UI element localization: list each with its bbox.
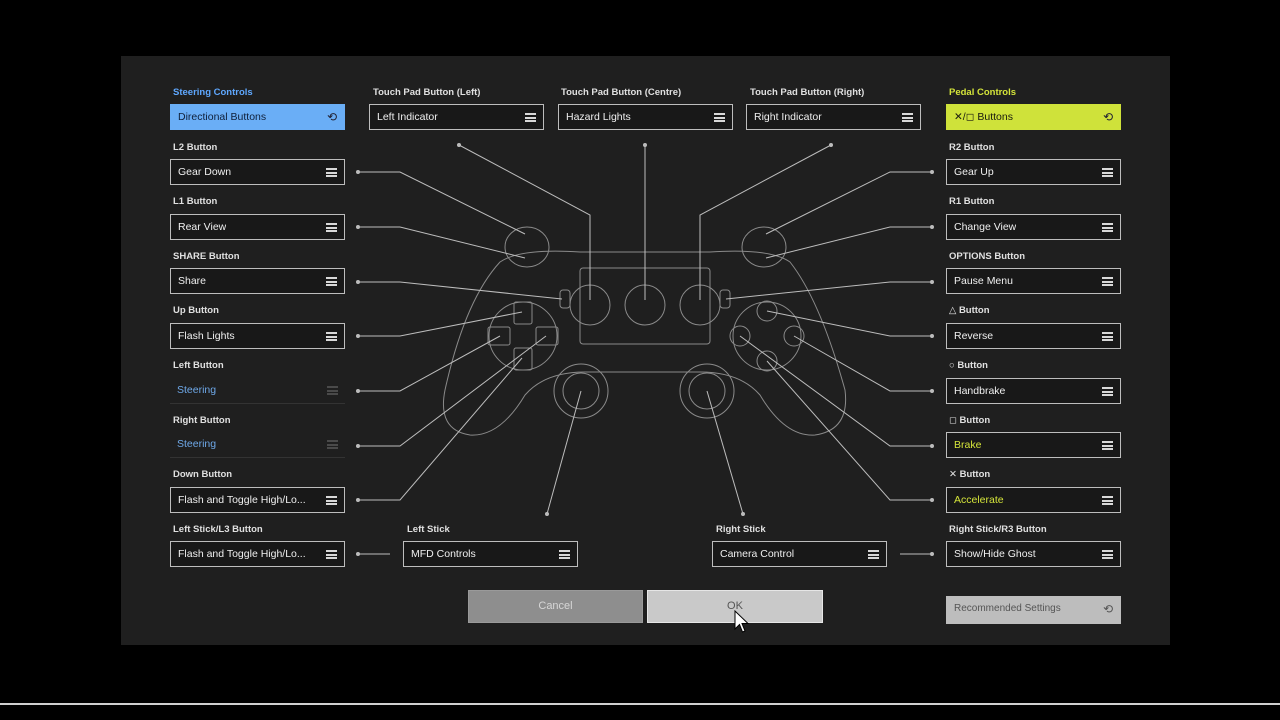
pedal-controls-value: ✕/◻ Buttons bbox=[954, 111, 1013, 123]
pedal-controls-label: Pedal Controls bbox=[949, 87, 1017, 98]
left-stick-select[interactable]: MFD Controls bbox=[403, 541, 578, 567]
touchpad-right-select[interactable]: Right Indicator bbox=[746, 104, 921, 130]
touchpad-right-label: Touch Pad Button (Right) bbox=[750, 87, 865, 98]
down-value: Flash and Toggle High/Lo... bbox=[178, 494, 306, 506]
l3-value: Flash and Toggle High/Lo... bbox=[178, 548, 306, 560]
menu-icon bbox=[326, 223, 337, 232]
menu-icon bbox=[326, 168, 337, 177]
options-label: OPTIONS Button bbox=[949, 251, 1025, 262]
pedal-controls-select[interactable]: ✕/◻ Buttons ⟲ bbox=[946, 104, 1121, 130]
menu-icon bbox=[327, 386, 338, 395]
l2-label: L2 Button bbox=[173, 142, 218, 153]
menu-icon bbox=[525, 113, 536, 122]
touchpad-centre-select[interactable]: Hazard Lights bbox=[558, 104, 733, 130]
down-select[interactable]: Flash and Toggle High/Lo... bbox=[170, 487, 345, 513]
menu-icon bbox=[868, 550, 879, 559]
menu-icon bbox=[1102, 332, 1113, 341]
mouse-cursor-icon bbox=[734, 610, 750, 633]
menu-icon bbox=[714, 113, 725, 122]
left-button-value: Steering bbox=[177, 384, 217, 396]
cross-label: ✕ Button bbox=[949, 469, 991, 480]
menu-icon bbox=[1102, 277, 1113, 286]
r2-select[interactable]: Gear Up bbox=[946, 159, 1121, 185]
share-select[interactable]: Share bbox=[170, 268, 345, 294]
right-button-label: Right Button bbox=[173, 415, 231, 426]
cancel-button[interactable]: Cancel bbox=[468, 590, 643, 623]
menu-icon bbox=[326, 332, 337, 341]
menu-icon bbox=[1102, 441, 1113, 450]
bottom-divider bbox=[0, 703, 1280, 705]
right-stick-select[interactable]: Camera Control bbox=[712, 541, 887, 567]
cross-value: Accelerate bbox=[954, 494, 1004, 506]
r1-label: R1 Button bbox=[949, 196, 995, 207]
triangle-label: △ Button bbox=[949, 305, 990, 316]
circle-label: ○ Button bbox=[949, 360, 988, 371]
right-button-select: Steering bbox=[170, 432, 345, 458]
touchpad-left-value: Left Indicator bbox=[377, 111, 438, 123]
r1-select[interactable]: Change View bbox=[946, 214, 1121, 240]
triangle-value: Reverse bbox=[954, 330, 994, 342]
options-value: Pause Menu bbox=[954, 275, 1013, 287]
touchpad-left-select[interactable]: Left Indicator bbox=[369, 104, 544, 130]
refresh-icon: ⟲ bbox=[1102, 602, 1113, 616]
l3-select[interactable]: Flash and Toggle High/Lo... bbox=[170, 541, 345, 567]
l2-value: Gear Down bbox=[178, 166, 232, 178]
l1-select[interactable]: Rear View bbox=[170, 214, 345, 240]
share-value: Share bbox=[178, 275, 207, 287]
recommended-settings-button[interactable]: Recommended Settings ⟲ bbox=[946, 596, 1121, 624]
menu-icon bbox=[326, 277, 337, 286]
cross-select[interactable]: Accelerate bbox=[946, 487, 1121, 513]
share-label: SHARE Button bbox=[173, 251, 240, 262]
menu-icon bbox=[1102, 496, 1113, 505]
menu-icon bbox=[1102, 223, 1113, 232]
l3-label: Left Stick/L3 Button bbox=[173, 524, 263, 535]
r2-value: Gear Up bbox=[954, 166, 994, 178]
l1-value: Rear View bbox=[178, 221, 227, 233]
r2-label: R2 Button bbox=[949, 142, 995, 153]
touchpad-right-value: Right Indicator bbox=[754, 111, 822, 123]
up-label: Up Button bbox=[173, 305, 219, 316]
circle-value: Handbrake bbox=[954, 385, 1006, 397]
right-button-value: Steering bbox=[177, 438, 217, 450]
square-label: ◻ Button bbox=[949, 415, 991, 426]
menu-icon bbox=[327, 440, 338, 449]
options-select[interactable]: Pause Menu bbox=[946, 268, 1121, 294]
cycle-icon: ⟲ bbox=[1102, 110, 1113, 124]
left-button-select: Steering bbox=[170, 378, 345, 404]
menu-icon bbox=[326, 550, 337, 559]
menu-icon bbox=[902, 113, 913, 122]
left-button-label: Left Button bbox=[173, 360, 224, 371]
square-value: Brake bbox=[954, 439, 982, 451]
right-stick-label: Right Stick bbox=[716, 524, 766, 535]
touchpad-centre-label: Touch Pad Button (Centre) bbox=[561, 87, 682, 98]
l2-select[interactable]: Gear Down bbox=[170, 159, 345, 185]
menu-icon bbox=[559, 550, 570, 559]
r3-value: Show/Hide Ghost bbox=[954, 548, 1036, 560]
r3-label: Right Stick/R3 Button bbox=[949, 524, 1047, 535]
menu-icon bbox=[1102, 387, 1113, 396]
r3-select[interactable]: Show/Hide Ghost bbox=[946, 541, 1121, 567]
left-stick-value: MFD Controls bbox=[411, 548, 476, 560]
down-label: Down Button bbox=[173, 469, 233, 480]
steering-controls-value: Directional Buttons bbox=[178, 111, 267, 123]
steering-controls-select[interactable]: Directional Buttons ⟲ bbox=[170, 104, 345, 130]
square-select[interactable]: Brake bbox=[946, 432, 1121, 458]
cycle-icon: ⟲ bbox=[326, 110, 337, 124]
up-select[interactable]: Flash Lights bbox=[170, 323, 345, 349]
r1-value: Change View bbox=[954, 221, 1017, 233]
touchpad-centre-value: Hazard Lights bbox=[566, 111, 631, 123]
right-stick-value: Camera Control bbox=[720, 548, 795, 560]
circle-select[interactable]: Handbrake bbox=[946, 378, 1121, 404]
steering-controls-label: Steering Controls bbox=[173, 87, 253, 98]
touchpad-left-label: Touch Pad Button (Left) bbox=[373, 87, 481, 98]
menu-icon bbox=[1102, 550, 1113, 559]
menu-icon bbox=[326, 496, 337, 505]
menu-icon bbox=[1102, 168, 1113, 177]
triangle-select[interactable]: Reverse bbox=[946, 323, 1121, 349]
recommended-settings-label: Recommended Settings bbox=[954, 603, 1061, 614]
left-stick-label: Left Stick bbox=[407, 524, 450, 535]
l1-label: L1 Button bbox=[173, 196, 218, 207]
up-value: Flash Lights bbox=[178, 330, 235, 342]
